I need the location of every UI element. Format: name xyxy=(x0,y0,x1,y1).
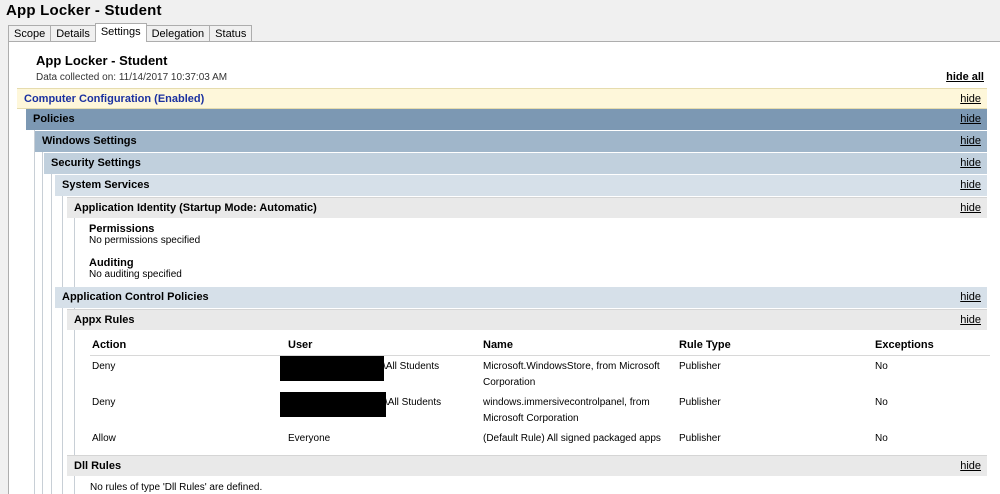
hide-link[interactable]: hide xyxy=(960,456,981,476)
dll-rules-header[interactable]: Dll Rules hide xyxy=(67,455,987,476)
row3-user: Everyone xyxy=(288,433,331,444)
hide-link[interactable]: hide xyxy=(960,175,981,195)
column-header-rule-type: Rule Type xyxy=(679,339,731,351)
tree-guide-line xyxy=(34,109,35,494)
hide-link[interactable]: hide xyxy=(960,109,981,129)
row1-name-line1: Microsoft.WindowsStore, from Microsoft xyxy=(483,361,660,372)
appx-rules-label: Appx Rules xyxy=(74,314,135,326)
policies-label: Policies xyxy=(33,113,75,125)
tab-settings[interactable]: Settings xyxy=(94,23,147,42)
row1-name-line2: Corporation xyxy=(483,377,536,388)
hide-link[interactable]: hide xyxy=(960,131,981,151)
row3-action: Allow xyxy=(92,433,116,444)
redaction-box xyxy=(280,356,384,381)
tab-strip: Scope Details Settings Delegation Status xyxy=(8,23,253,42)
tree-guide-line xyxy=(51,153,52,494)
permissions-text: No permissions specified xyxy=(89,235,201,246)
row2-action: Deny xyxy=(92,397,116,408)
tab-scope[interactable]: Scope xyxy=(8,25,52,42)
policies-header[interactable]: Policies hide xyxy=(26,109,987,130)
column-header-action: Action xyxy=(92,339,127,351)
column-header-name: Name xyxy=(483,339,513,351)
row3-rule-type: Publisher xyxy=(679,433,721,444)
windows-settings-header[interactable]: Windows Settings hide xyxy=(35,131,987,152)
report-title: App Locker - Student xyxy=(36,53,168,68)
row2-exceptions: No xyxy=(875,397,888,408)
app-control-policies-label: Application Control Policies xyxy=(62,291,209,303)
app-control-policies-header[interactable]: Application Control Policies hide xyxy=(55,287,987,308)
settings-report-pane: App Locker - Student Data collected on: … xyxy=(8,41,1000,494)
system-services-header[interactable]: System Services hide xyxy=(55,175,987,196)
window-title: App Locker - Student xyxy=(6,2,162,19)
tree-guide-line xyxy=(62,175,63,494)
app-identity-label: Application Identity (Startup Mode: Auto… xyxy=(74,202,317,214)
hide-all-link[interactable]: hide all xyxy=(946,71,984,83)
app-identity-header[interactable]: Application Identity (Startup Mode: Auto… xyxy=(67,197,987,218)
auditing-heading: Auditing xyxy=(89,257,134,269)
permissions-block: Permissions No permissions specified xyxy=(89,223,200,246)
redaction-box xyxy=(280,392,386,417)
security-settings-header[interactable]: Security Settings hide xyxy=(44,153,987,174)
row2-name-line2: Microsoft Corporation xyxy=(483,413,579,424)
tab-delegation[interactable]: Delegation xyxy=(145,25,211,42)
auditing-text: No auditing specified xyxy=(89,269,182,280)
header-divider xyxy=(90,355,990,356)
hide-link[interactable]: hide xyxy=(960,287,981,307)
windows-settings-label: Windows Settings xyxy=(42,135,137,147)
row2-name-line1: windows.immersivecontrolpanel, from xyxy=(483,397,650,408)
tab-status[interactable]: Status xyxy=(209,25,253,42)
column-header-user: User xyxy=(288,339,313,351)
row2-user: \All Students xyxy=(385,397,442,408)
row1-user: \All Students xyxy=(383,361,440,372)
report-collected-date: Data collected on: 11/14/2017 10:37:03 A… xyxy=(36,72,228,83)
computer-config-header[interactable]: Computer Configuration (Enabled) hide xyxy=(17,88,987,109)
system-services-label: System Services xyxy=(62,179,150,191)
dll-rules-label: Dll Rules xyxy=(74,460,122,472)
row1-action: Deny xyxy=(92,361,116,372)
row1-rule-type: Publisher xyxy=(679,361,721,372)
row1-exceptions: No xyxy=(875,361,888,372)
row2-rule-type: Publisher xyxy=(679,397,721,408)
hide-link[interactable]: hide xyxy=(960,89,981,109)
hide-link[interactable]: hide xyxy=(960,153,981,173)
dll-rules-text: No rules of type 'Dll Rules' are defined… xyxy=(90,482,263,493)
row3-exceptions: No xyxy=(875,433,888,444)
row3-name: (Default Rule) All signed packaged apps xyxy=(483,433,661,444)
hide-link[interactable]: hide xyxy=(960,310,981,330)
auditing-block: Auditing No auditing specified xyxy=(89,257,182,280)
security-settings-label: Security Settings xyxy=(51,157,141,169)
tab-details[interactable]: Details xyxy=(50,25,96,42)
column-header-exceptions: Exceptions xyxy=(875,339,934,351)
computer-config-label: Computer Configuration (Enabled) xyxy=(24,93,205,105)
appx-rules-header[interactable]: Appx Rules hide xyxy=(67,309,987,330)
report: App Locker - Student Data collected on: … xyxy=(17,42,1000,494)
permissions-heading: Permissions xyxy=(89,223,155,235)
tree-guide-line xyxy=(42,131,43,494)
hide-link[interactable]: hide xyxy=(960,198,981,218)
